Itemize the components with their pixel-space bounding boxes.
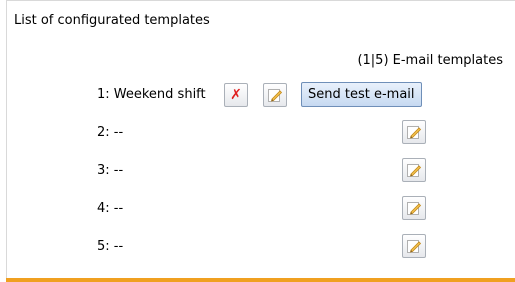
template-label: 1: Weekend shift (97, 87, 206, 102)
template-label: 5: -- (97, 239, 124, 254)
template-label: 4: -- (97, 201, 124, 216)
template-row-1: 1: Weekend shift ✗ Send test e-mail (7, 82, 515, 108)
pencil-edit-icon (407, 126, 422, 139)
pencil-edit-icon (407, 202, 422, 215)
panel-title: List of configurated templates (14, 13, 210, 28)
edit-template-button[interactable] (402, 234, 426, 258)
template-row-4: 4: -- (7, 196, 515, 222)
pencil-edit-icon (268, 89, 283, 102)
send-test-email-button[interactable]: Send test e-mail (301, 82, 422, 107)
accent-bottom-bar (6, 278, 515, 282)
template-row-3: 3: -- (7, 158, 515, 184)
delete-template-button[interactable]: ✗ (224, 83, 248, 107)
template-row-5: 5: -- (7, 234, 515, 260)
pencil-edit-icon (407, 164, 422, 177)
templates-count-label: (1|5) E-mail templates (357, 53, 503, 68)
templates-panel: List of configurated templates (1|5) E-m… (6, 0, 515, 278)
template-label: 3: -- (97, 163, 124, 178)
template-row-2: 2: -- (7, 120, 515, 146)
template-label: 2: -- (97, 125, 124, 140)
edit-template-button[interactable] (402, 158, 426, 182)
delete-x-icon: ✗ (230, 87, 242, 103)
edit-template-button[interactable] (402, 196, 426, 220)
edit-template-button[interactable] (402, 120, 426, 144)
pencil-edit-icon (407, 240, 422, 253)
edit-template-button[interactable] (263, 83, 287, 107)
